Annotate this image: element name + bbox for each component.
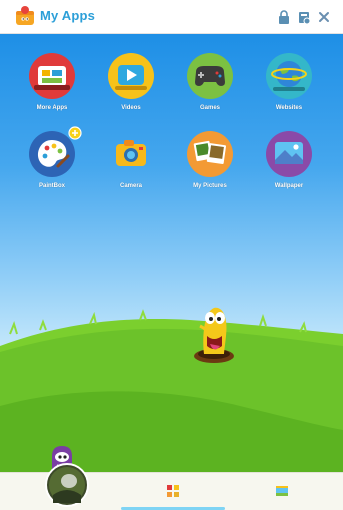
window-title: My Apps — [40, 8, 96, 23]
app-label: Camera — [119, 183, 142, 189]
app-label: More Apps — [36, 105, 68, 111]
bottom-nav-bar — [0, 463, 343, 510]
app-games[interactable]: Games — [178, 52, 242, 134]
app-websites[interactable]: Websites — [257, 52, 321, 134]
photos-icon — [187, 131, 233, 177]
app-camera[interactable]: Camera — [99, 130, 163, 212]
video-play-icon — [108, 53, 154, 99]
camera-icon — [116, 140, 146, 166]
close-icon[interactable] — [316, 9, 332, 25]
app-label: Wallpaper — [274, 183, 304, 189]
app-label: Websites — [275, 105, 303, 111]
app-logo-icon — [16, 6, 34, 25]
home-scene: More Apps Videos Games Websites PaintBox… — [0, 34, 343, 472]
apps-grid-icon[interactable] — [166, 484, 180, 498]
app-paintbox[interactable]: PaintBox — [20, 126, 84, 212]
app-more-apps[interactable]: More Apps — [20, 52, 84, 134]
lock-icon[interactable] — [276, 9, 292, 25]
add-badge-icon[interactable] — [68, 126, 82, 140]
title-bar: My Apps — [0, 0, 343, 34]
gamepad-icon — [187, 53, 233, 99]
app-label: PaintBox — [38, 183, 65, 189]
app-my-pictures[interactable]: My Pictures — [178, 130, 242, 212]
settings-icon[interactable] — [296, 9, 312, 25]
wallpaper-tab-icon[interactable] — [275, 484, 289, 498]
globe-icon — [266, 53, 312, 99]
app-wallpaper[interactable]: Wallpaper — [257, 130, 321, 212]
worm-mascot — [194, 307, 234, 363]
profile-avatar[interactable] — [45, 463, 89, 507]
app-label: My Pictures — [193, 183, 227, 189]
wallpaper-icon — [266, 131, 312, 177]
app-videos[interactable]: Videos — [99, 52, 163, 134]
app-label: Games — [199, 105, 220, 111]
more-apps-icon — [29, 53, 75, 99]
app-label: Videos — [121, 105, 141, 111]
